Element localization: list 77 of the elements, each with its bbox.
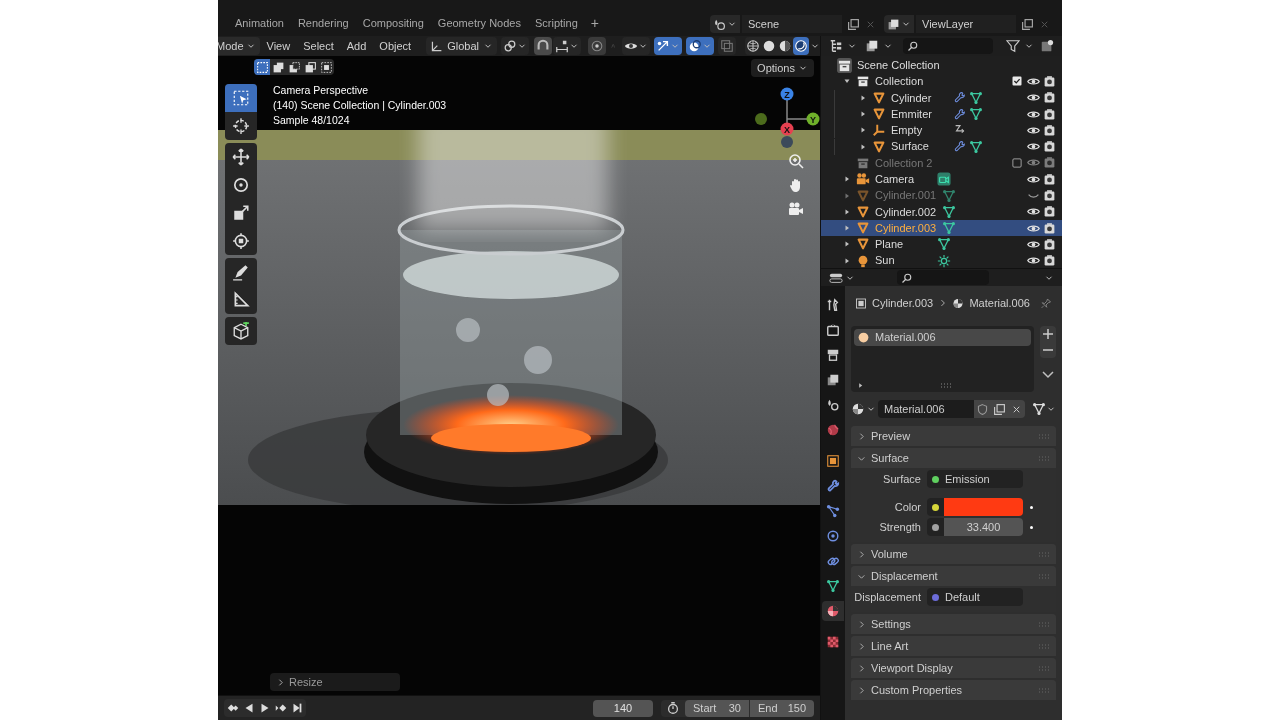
outliner-row[interactable]: Surface <box>821 138 1062 155</box>
last-operator-label: Resize <box>289 674 323 690</box>
item-name: Cylinder <box>891 90 933 106</box>
workspace-tab[interactable]: Geometry Nodes <box>430 12 528 33</box>
outliner-row[interactable]: Plane <box>821 236 1062 253</box>
material-slot[interactable]: Material.006 <box>854 329 1031 346</box>
viewport-info-text: (140) Scene Collection | Cylinder.003 <box>273 99 447 112</box>
options-dropdown[interactable]: Options <box>751 59 814 77</box>
outliner-row[interactable]: Cylinder.002 <box>821 203 1062 220</box>
outliner-row[interactable]: Cylinder <box>821 89 1062 106</box>
workspace-tab[interactable]: Compositing <box>355 12 431 33</box>
item-name: Plane <box>875 237 905 253</box>
axis-handle[interactable]: Z <box>780 87 794 101</box>
outliner-row[interactable]: Emmiter <box>821 105 1062 123</box>
item-name: Surface <box>891 139 930 155</box>
viewport-info-text: Camera Perspective <box>273 84 370 97</box>
shader-link-field[interactable]: Default <box>927 588 1023 606</box>
workspace-tab[interactable]: Rendering <box>290 12 356 33</box>
panel-title: Displacement <box>871 568 938 584</box>
panel-title: Surface <box>871 450 909 466</box>
workspace-tab[interactable]: Scripting <box>528 12 585 33</box>
end-value: 150 <box>787 700 806 716</box>
field-label: Strength <box>878 519 922 535</box>
slot-name: Material.006 <box>875 330 936 346</box>
menu-item[interactable]: Object <box>373 37 418 55</box>
panel-title: Line Art <box>871 638 909 654</box>
outliner-row[interactable]: Sun <box>821 252 1062 268</box>
orientation-label: Global <box>447 38 479 54</box>
item-name: Camera <box>875 172 916 187</box>
item-name: Sun <box>875 253 896 268</box>
breadcrumb-item: Cylinder.003 <box>872 295 934 311</box>
outliner-row[interactable]: Empty <box>821 122 1062 139</box>
panel-title: Viewport Display <box>871 660 953 676</box>
outliner-row[interactable]: Cylinder.003 <box>821 219 1062 237</box>
item-name: Cylinder.001 <box>875 188 937 204</box>
panel-title: Settings <box>871 616 911 632</box>
end-frame-field[interactable]: End 150 <box>750 699 814 717</box>
last-operator-panel[interactable]: Resize <box>270 673 400 691</box>
view-layer-field[interactable]: ViewLayer <box>916 15 1016 33</box>
workspace-tab[interactable]: Animation <box>228 12 291 33</box>
axis-handle[interactable]: Y <box>806 112 820 126</box>
field-label: Surface <box>882 471 922 487</box>
add-workspace-button[interactable]: + <box>584 15 605 30</box>
viewport-info-text: Sample 48/1024 <box>273 114 351 127</box>
panel-title: Volume <box>871 546 908 562</box>
material-name-field[interactable]: Material.006 <box>878 400 974 418</box>
start-value: 30 <box>728 700 741 716</box>
menu-item[interactable]: Add <box>340 37 373 55</box>
outliner-row[interactable]: Collection <box>821 73 1062 90</box>
breadcrumb-item: Material.006 <box>969 295 1030 311</box>
material-slot-list[interactable]: Material.006 <box>851 326 1034 392</box>
start-frame-field[interactable]: Start 30 <box>685 699 749 717</box>
scene-field[interactable]: Scene <box>742 15 842 33</box>
orientation-dropdown[interactable]: Global <box>426 37 497 55</box>
end-label: End <box>758 700 778 716</box>
item-name: Cylinder.002 <box>875 204 937 220</box>
outliner-item[interactable]: Scene Collection <box>857 56 940 74</box>
options-label: Options <box>757 60 795 76</box>
item-name: Emmiter <box>891 106 933 122</box>
outliner-row[interactable]: Camera <box>821 171 1062 188</box>
field-label: Displacement <box>853 589 922 605</box>
item-name: Collection 2 <box>875 155 933 171</box>
menu-item[interactable]: View <box>260 37 297 55</box>
panel-title: Custom Properties <box>871 682 963 698</box>
item-name: Cylinder.003 <box>875 220 937 236</box>
start-label: Start <box>693 700 717 716</box>
shader-link-field[interactable]: Emission <box>927 470 1023 488</box>
menu-item[interactable]: Select <box>297 37 340 55</box>
outliner-row[interactable]: Collection 2 <box>821 154 1062 172</box>
outliner-row[interactable]: Cylinder.001 <box>821 187 1062 204</box>
current-frame-field[interactable]: 140 <box>593 699 653 717</box>
item-name: Collection <box>875 74 925 90</box>
number-field[interactable]: 33.400 <box>944 518 1023 536</box>
item-name: Empty <box>891 123 924 139</box>
axis-handle[interactable]: X <box>780 122 794 136</box>
field-label: Color <box>893 499 922 515</box>
panel-title: Preview <box>871 428 911 444</box>
